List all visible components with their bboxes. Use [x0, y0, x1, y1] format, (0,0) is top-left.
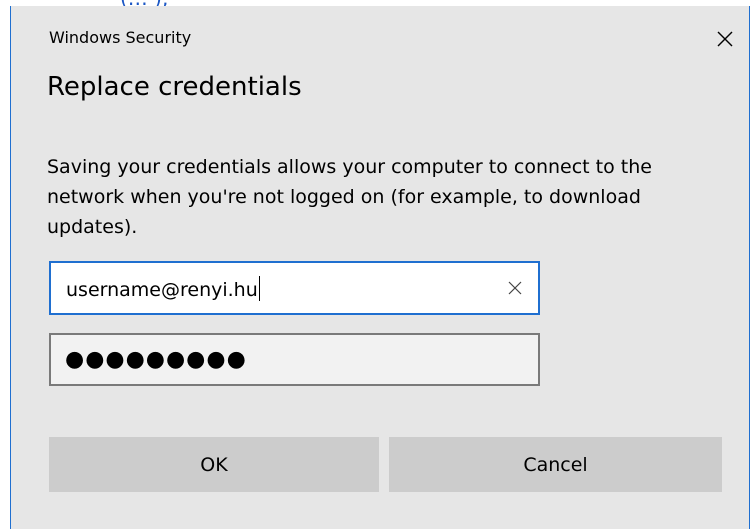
username-value: username@renyi.hu	[66, 279, 258, 301]
clear-icon	[508, 281, 522, 295]
password-field[interactable]: ●●●●●●●●●	[49, 333, 540, 386]
password-masked-value: ●●●●●●●●●	[65, 347, 247, 372]
close-icon	[717, 31, 733, 47]
text-caret	[258, 276, 260, 301]
cancel-button[interactable]: Cancel	[389, 437, 722, 492]
ok-button[interactable]: OK	[49, 437, 379, 492]
window-title: Windows Security	[49, 28, 192, 47]
dialog-description: Saving your credentials allows your comp…	[47, 156, 652, 238]
close-button[interactable]	[709, 23, 741, 55]
username-field[interactable]: username@renyi.hu	[49, 261, 540, 315]
windows-security-dialog: Windows Security Replace credentials Sav…	[10, 6, 750, 529]
clear-username-button[interactable]	[502, 275, 528, 301]
username-value-display: username@renyi.hu	[66, 276, 260, 301]
dialog-heading: Replace credentials	[47, 72, 302, 102]
